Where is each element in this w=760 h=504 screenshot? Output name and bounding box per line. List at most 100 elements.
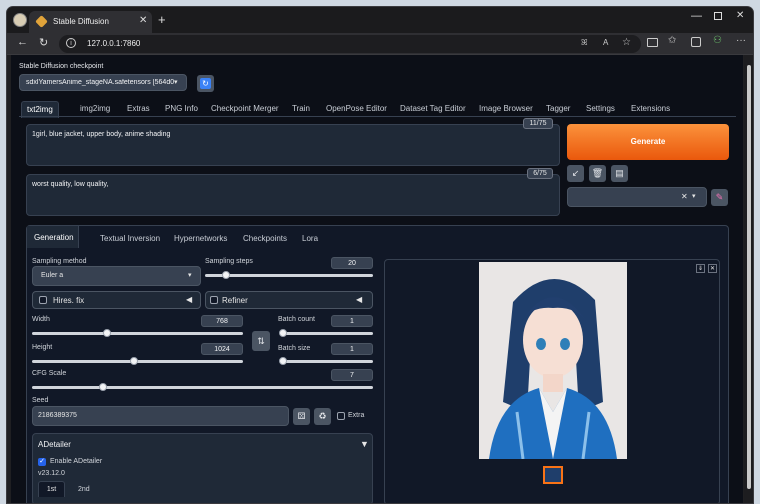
batch-count-input[interactable]: 1 — [331, 315, 373, 327]
swap-dimensions-button[interactable]: ⇅ — [252, 331, 270, 351]
read-aloud-icon[interactable]: ꕤ — [581, 38, 588, 48]
output-gallery: ⇓ ✕ — [384, 259, 720, 503]
trash-icon[interactable]: 🗑 — [589, 165, 606, 182]
cfg-scale-input[interactable]: 7 — [331, 369, 373, 381]
collapse-triangle-icon[interactable]: ▼ — [360, 439, 369, 449]
reuse-seed-recycle-icon[interactable]: ♻ — [314, 408, 331, 425]
batch-size-slider[interactable] — [279, 357, 373, 365]
prompt-text: 1girl, blue jacket, upper body, anime sh… — [32, 131, 171, 138]
adetailer-version: v23.12.0 — [38, 470, 65, 477]
back-icon[interactable]: ← — [17, 36, 28, 48]
refresh-icon[interactable]: ↻ — [39, 36, 48, 49]
refresh-icon: ↻ — [200, 78, 211, 89]
close-icon[interactable]: ✕ — [736, 10, 744, 21]
checkpoint-dropdown[interactable]: sdxlYamersAnime_stageNA.safetensors [564… — [19, 74, 187, 91]
address-bar: ← ↻ i 127.0.0.1:7860 ꕤ A ☆ ✩ ⚇ ··· — [7, 33, 753, 55]
profile-avatar[interactable] — [13, 13, 27, 27]
negative-prompt-text: worst quality, low quality, — [32, 181, 109, 188]
tab-checkpoints[interactable]: Checkpoints — [243, 234, 287, 243]
tab-img2img[interactable]: img2img — [80, 104, 110, 113]
hires-fix-accordion[interactable]: Hires. fix ◀ — [32, 291, 201, 309]
clipboard-icon[interactable]: ▤ — [611, 165, 628, 182]
edit-styles-button[interactable]: ✎ — [711, 189, 728, 206]
site-info-icon[interactable]: i — [66, 38, 76, 48]
gallery-thumbnail[interactable] — [543, 466, 563, 484]
batch-count-knob[interactable] — [279, 329, 287, 337]
tab-openpose-editor[interactable]: OpenPose Editor — [326, 104, 387, 113]
close-image-icon[interactable]: ✕ — [708, 264, 717, 273]
more-icon[interactable]: ··· — [736, 35, 746, 46]
split-screen-icon[interactable] — [647, 38, 658, 47]
favorites-star-icon[interactable]: ☆ — [622, 37, 631, 48]
prompt-box[interactable]: 1girl, blue jacket, upper body, anime sh… — [26, 124, 560, 166]
adetailer-tab-1st[interactable]: 1st — [38, 481, 65, 497]
extensions-icon[interactable]: ⚇ — [713, 35, 722, 46]
tab-textual-inversion[interactable]: Textual Inversion — [100, 234, 160, 243]
height-input[interactable]: 1024 — [201, 343, 243, 355]
tab-train[interactable]: Train — [292, 104, 310, 113]
tab-image-browser[interactable]: Image Browser — [479, 104, 533, 113]
tab-settings[interactable]: Settings — [586, 104, 615, 113]
tab-generation[interactable]: Generation — [34, 233, 74, 242]
collapse-arrow-icon[interactable]: ◀ — [356, 295, 362, 304]
enable-adetailer-checkbox[interactable]: ✓ — [38, 458, 46, 466]
width-input[interactable]: 768 — [201, 315, 243, 327]
batch-count-slider[interactable] — [279, 329, 373, 337]
cfg-scale-knob[interactable] — [98, 383, 107, 391]
adetailer-title: ADetailer — [38, 440, 71, 449]
scrollbar-thumb[interactable] — [747, 65, 751, 489]
refiner-accordion[interactable]: Refiner ◀ — [205, 291, 373, 309]
extra-seed-label: Extra — [348, 412, 365, 419]
collections-icon[interactable] — [691, 37, 701, 47]
batch-count-label: Batch count — [278, 316, 315, 323]
batch-size-input[interactable]: 1 — [331, 343, 373, 355]
url-field[interactable]: i 127.0.0.1:7860 ꕤ A ☆ — [59, 35, 641, 53]
hires-fix-label: Hires. fix — [53, 296, 85, 305]
refresh-checkpoint-button[interactable]: ↻ — [197, 75, 214, 92]
tab-png-info[interactable]: PNG Info — [165, 104, 198, 113]
chevron-down-icon: ▾ — [692, 193, 696, 200]
site-favicon-icon — [35, 15, 48, 28]
tab-hypernetworks[interactable]: Hypernetworks — [174, 234, 227, 243]
download-icon[interactable]: ⇓ — [696, 264, 705, 273]
favorites-icon[interactable]: ✩ — [668, 35, 676, 46]
tab-dataset-tag-editor[interactable]: Dataset Tag Editor — [400, 104, 466, 113]
random-seed-dice-icon[interactable]: ⚄ — [293, 408, 310, 425]
height-slider[interactable] — [32, 357, 243, 365]
page-scrollbar[interactable] — [744, 55, 753, 503]
new-tab-button[interactable]: + — [158, 12, 166, 27]
generate-button[interactable]: Generate — [567, 124, 729, 160]
batch-size-knob[interactable] — [279, 357, 287, 365]
browser-tab-bar: Stable Diffusion ✕ + — ✕ — [7, 7, 753, 33]
collapse-arrow-icon[interactable]: ◀ — [186, 295, 192, 304]
adetailer-tab-2nd[interactable]: 2nd — [78, 486, 90, 493]
sampling-steps-slider[interactable] — [205, 271, 373, 279]
refiner-checkbox[interactable] — [210, 296, 218, 304]
negative-prompt-box[interactable]: worst quality, low quality, — [26, 174, 560, 216]
tab-extras[interactable]: Extras — [127, 104, 150, 113]
clear-styles-icon[interactable]: ✕ — [681, 192, 688, 201]
seed-input[interactable]: 2186389375 — [32, 406, 289, 426]
text-size-icon[interactable]: A — [603, 38, 608, 47]
browser-tab[interactable]: Stable Diffusion ✕ — [29, 11, 152, 33]
read-params-button[interactable]: ↙ — [567, 165, 584, 182]
styles-dropdown[interactable]: ✕ ▾ — [567, 187, 707, 207]
sampling-steps-input[interactable]: 20 — [331, 257, 373, 269]
maximize-icon[interactable] — [714, 12, 722, 20]
tab-tagger[interactable]: Tagger — [546, 104, 570, 113]
tab-close-icon[interactable]: ✕ — [139, 15, 147, 26]
refiner-label: Refiner — [222, 296, 248, 305]
width-slider[interactable] — [32, 329, 243, 337]
extra-seed-checkbox[interactable] — [337, 412, 345, 420]
batch-size-label: Batch size — [278, 345, 311, 352]
cfg-scale-slider[interactable] — [32, 383, 373, 391]
sampling-method-dropdown[interactable]: Euler a ▾ — [32, 266, 201, 286]
generated-image[interactable] — [479, 262, 627, 459]
tab-lora[interactable]: Lora — [302, 234, 318, 243]
minimize-icon[interactable]: — — [691, 10, 702, 22]
sampling-method-value: Euler a — [41, 272, 64, 279]
hires-fix-checkbox[interactable] — [39, 296, 47, 304]
tab-checkpoint-merger[interactable]: Checkpoint Merger — [211, 104, 279, 113]
tab-extensions[interactable]: Extensions — [631, 104, 670, 113]
width-knob[interactable] — [102, 329, 111, 337]
